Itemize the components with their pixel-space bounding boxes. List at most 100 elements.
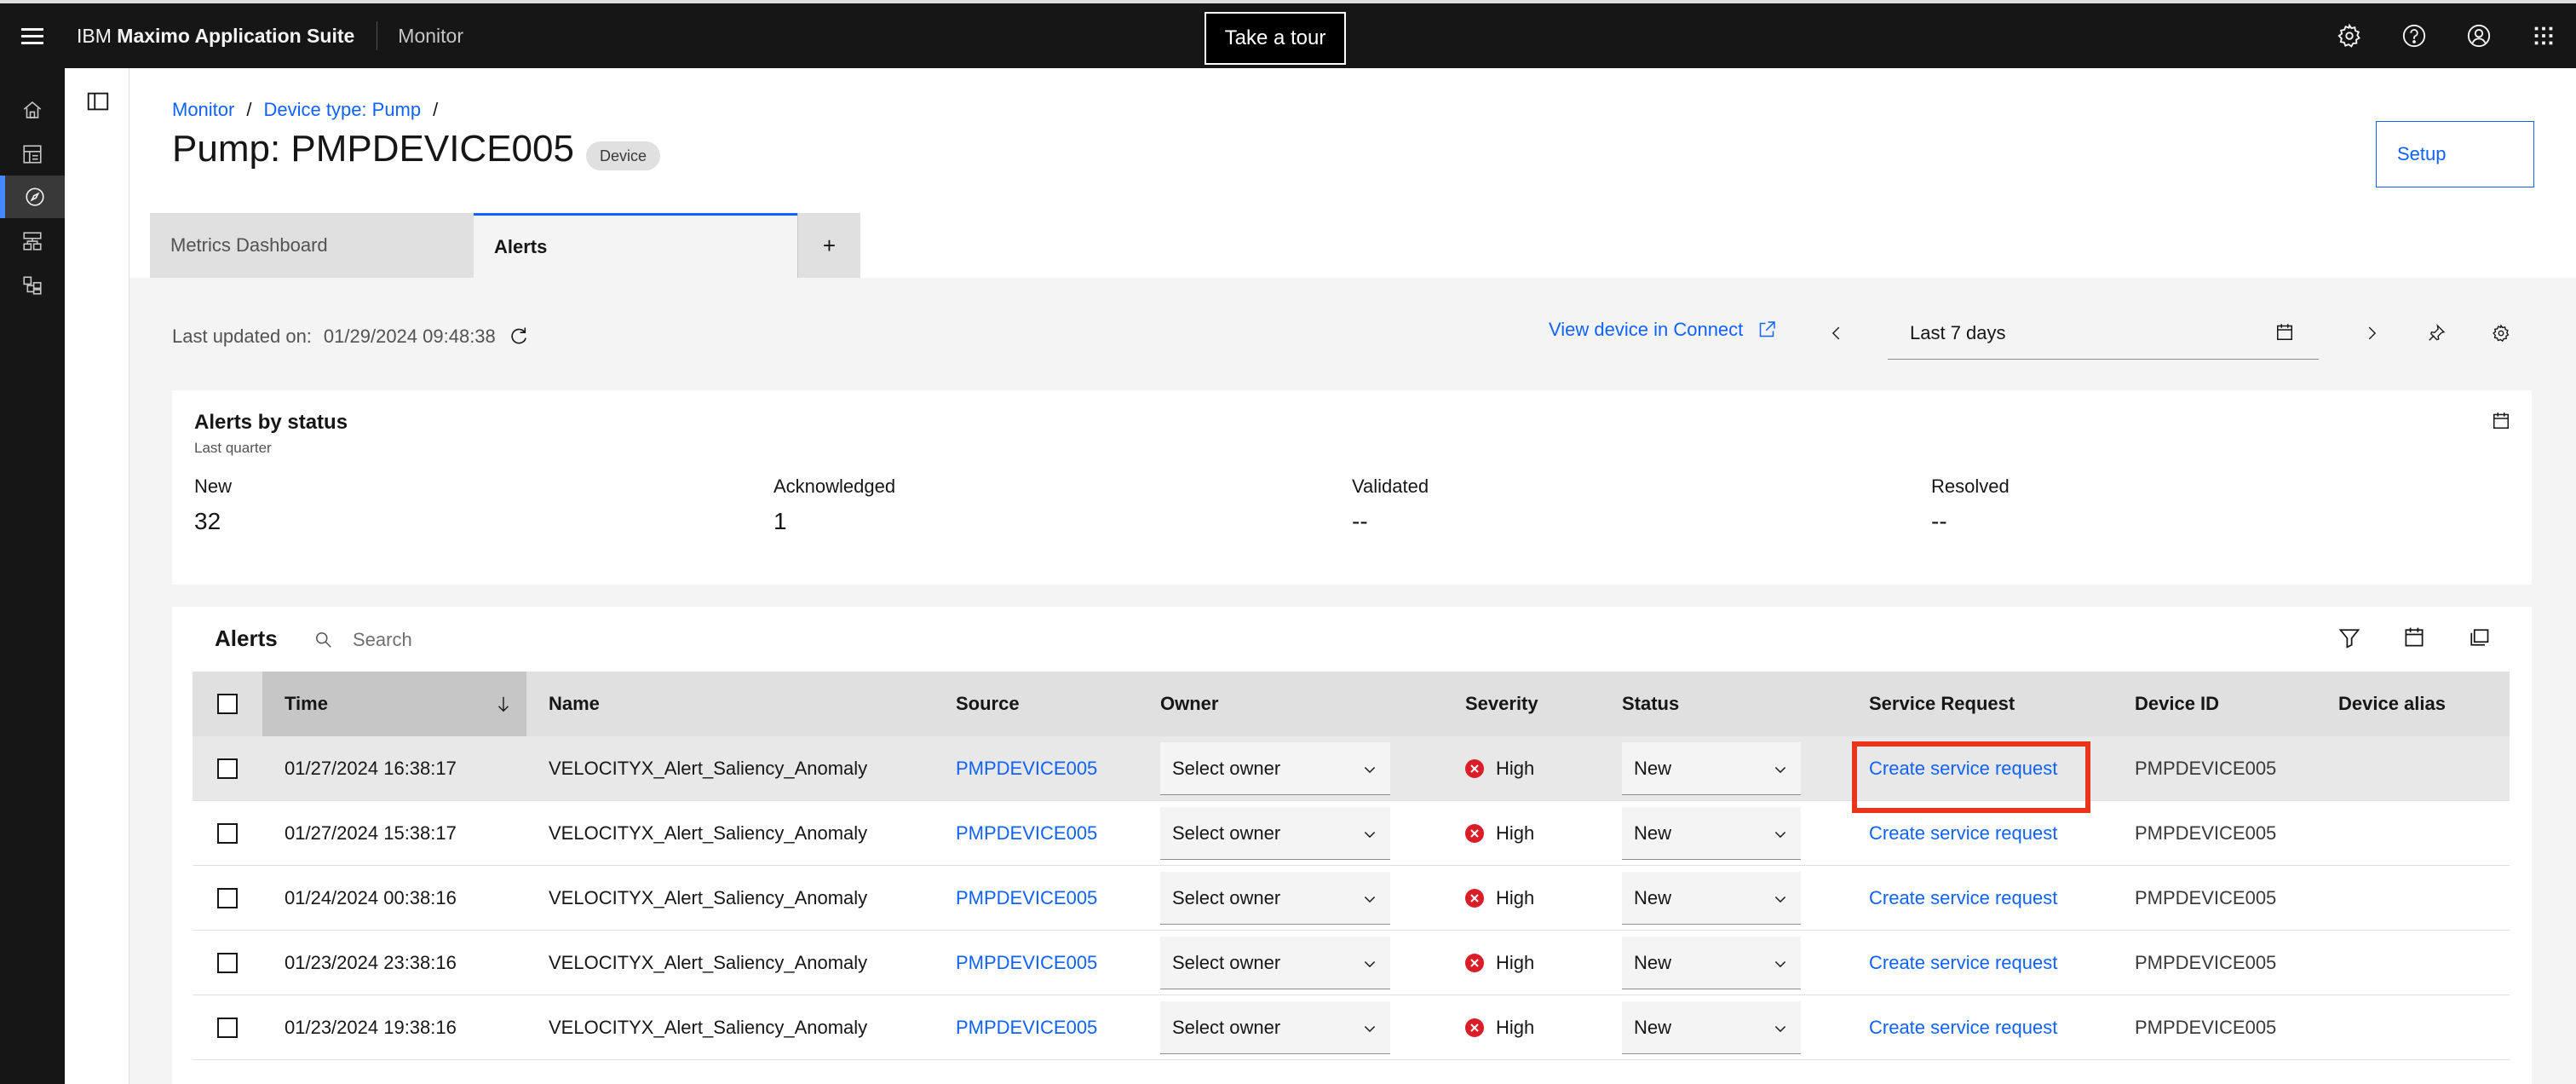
column-device-id[interactable]: Device ID — [2135, 672, 2219, 736]
owner-select[interactable]: Select owner — [1160, 742, 1390, 795]
create-service-request-link[interactable]: Create service request — [1869, 866, 2057, 931]
column-status[interactable]: Status — [1622, 672, 1679, 736]
home-icon[interactable] — [0, 89, 65, 131]
breadcrumb-monitor-link[interactable]: Monitor — [172, 99, 234, 121]
cell-status: New — [1622, 995, 1801, 1060]
status-select[interactable]: New — [1622, 742, 1801, 795]
calendar-icon[interactable] — [2402, 626, 2426, 649]
row-checkbox[interactable] — [217, 1018, 238, 1038]
owner-select[interactable]: Select owner — [1160, 807, 1390, 860]
add-tab-button[interactable]: + — [797, 213, 860, 278]
side-panel-toggle-icon[interactable] — [85, 89, 111, 114]
copy-icon[interactable] — [2467, 626, 2491, 649]
stat-resolved: Resolved -- — [1931, 476, 2010, 535]
status-select[interactable]: New — [1622, 872, 1801, 925]
row-checkbox[interactable] — [217, 953, 238, 973]
chevron-down-icon — [1774, 766, 1786, 774]
tab-metrics-dashboard[interactable]: Metrics Dashboard — [150, 213, 474, 278]
status-select[interactable]: New — [1622, 807, 1801, 860]
cell-severity: High — [1465, 866, 1534, 931]
status-select[interactable]: New — [1622, 937, 1801, 989]
severity-label: High — [1496, 1017, 1535, 1038]
row-checkbox[interactable] — [217, 758, 238, 779]
column-time[interactable]: Time — [262, 672, 526, 736]
brand-prefix: IBM — [77, 24, 112, 47]
calendar-icon[interactable] — [2491, 411, 2511, 431]
status-select-value: New — [1634, 822, 1672, 844]
row-select-cell — [193, 801, 262, 866]
hierarchy-icon[interactable] — [0, 264, 65, 307]
cell-status: New — [1622, 931, 1801, 995]
select-all-checkbox[interactable] — [217, 694, 238, 714]
launch-icon — [1760, 321, 1776, 337]
column-source[interactable]: Source — [956, 672, 1020, 736]
cell-name: VELOCITYX_Alert_Saliency_Anomaly — [549, 887, 868, 908]
table-row[interactable]: 01/27/2024 16:38:17 VELOCITYX_Alert_Salie… — [193, 736, 2510, 801]
source-link[interactable]: PMPDEVICE005 — [956, 736, 1097, 801]
cell-device-id: PMPDEVICE005 — [2135, 952, 2277, 973]
alerts-table: Time Name Source Owner Severity Status S… — [193, 672, 2510, 1060]
owner-select[interactable]: Select owner — [1160, 937, 1390, 989]
dashboard-icon[interactable] — [0, 133, 65, 176]
settings-icon[interactable] — [2317, 3, 2382, 68]
status-select[interactable]: New — [1622, 1001, 1801, 1054]
row-checkbox[interactable] — [217, 888, 238, 908]
search-input[interactable]: Search — [313, 626, 412, 654]
setup-button[interactable]: Setup — [2376, 121, 2534, 187]
chevron-down-icon — [1364, 766, 1376, 774]
stat-acknowledged: Acknowledged 1 — [773, 476, 895, 535]
cell-owner: Select owner — [1160, 736, 1390, 801]
date-range-picker[interactable]: Last 7 days — [1888, 307, 2319, 360]
setup-tree-icon[interactable] — [0, 220, 65, 262]
table-row[interactable]: 01/23/2024 23:38:16 VELOCITYX_Alert_Salie… — [193, 931, 2510, 995]
next-range-button[interactable] — [2351, 315, 2392, 351]
stat-label: Validated — [1352, 476, 1429, 497]
column-name[interactable]: Name — [549, 672, 600, 736]
source-link[interactable]: PMPDEVICE005 — [956, 866, 1097, 931]
row-select-cell — [193, 736, 262, 801]
owner-select-value: Select owner — [1172, 757, 1281, 779]
column-severity[interactable]: Severity — [1465, 672, 1538, 736]
breadcrumb-device-type-link[interactable]: Device type: Pump — [263, 99, 421, 121]
severity-error-icon — [1465, 759, 1484, 778]
take-a-tour-button[interactable]: Take a tour — [1205, 12, 1346, 65]
table-row[interactable]: 01/24/2024 00:38:16 VELOCITYX_Alert_Salie… — [193, 866, 2510, 931]
severity-label: High — [1496, 887, 1535, 908]
column-service-request[interactable]: Service Request — [1869, 672, 2015, 736]
create-service-request-link[interactable]: Create service request — [1869, 995, 2057, 1060]
cell-name: VELOCITYX_Alert_Saliency_Anomaly — [549, 1017, 868, 1038]
chevron-down-icon — [1364, 831, 1376, 839]
owner-select[interactable]: Select owner — [1160, 1001, 1390, 1054]
search-placeholder: Search — [353, 629, 412, 650]
cell-device-id: PMPDEVICE005 — [2135, 758, 2277, 779]
view-device-in-connect-link[interactable]: View device in Connect — [1549, 319, 1777, 341]
app-switcher-icon[interactable] — [2511, 3, 2576, 68]
dashboard-settings-button[interactable] — [2481, 315, 2521, 351]
table-row[interactable]: 01/23/2024 19:38:16 VELOCITYX_Alert_Salie… — [193, 995, 2510, 1060]
user-avatar-icon[interactable] — [2447, 3, 2511, 68]
menu-icon[interactable] — [0, 3, 65, 68]
pin-button[interactable] — [2416, 315, 2457, 351]
filter-icon[interactable] — [2337, 626, 2361, 649]
brand-name[interactable]: IBM Maximo Application Suite — [65, 25, 354, 48]
alerts-table-card: Alerts Search Time Name Source Owner Sev… — [172, 607, 2532, 1084]
monitor-compass-icon[interactable] — [0, 176, 65, 218]
severity-error-icon — [1465, 824, 1484, 843]
owner-select[interactable]: Select owner — [1160, 872, 1390, 925]
cell-owner: Select owner — [1160, 866, 1390, 931]
source-link[interactable]: PMPDEVICE005 — [956, 801, 1097, 866]
column-owner[interactable]: Owner — [1160, 672, 1218, 736]
create-service-request-link[interactable]: Create service request — [1869, 931, 2057, 995]
help-icon[interactable] — [2382, 3, 2447, 68]
tab-alerts[interactable]: Alerts — [474, 213, 797, 278]
row-checkbox[interactable] — [217, 823, 238, 844]
source-link[interactable]: PMPDEVICE005 — [956, 931, 1097, 995]
refresh-icon[interactable] — [508, 326, 530, 348]
previous-range-button[interactable] — [1816, 315, 1857, 351]
column-device-alias[interactable]: Device alias — [2338, 672, 2446, 736]
cell-name: VELOCITYX_Alert_Saliency_Anomaly — [549, 758, 868, 779]
pin-icon — [2429, 324, 2446, 341]
page-header: Monitor / Device type: Pump / Pump: PMPD… — [129, 68, 2576, 278]
source-link[interactable]: PMPDEVICE005 — [956, 995, 1097, 1060]
table-row[interactable]: 01/27/2024 15:38:17 VELOCITYX_Alert_Salie… — [193, 801, 2510, 866]
